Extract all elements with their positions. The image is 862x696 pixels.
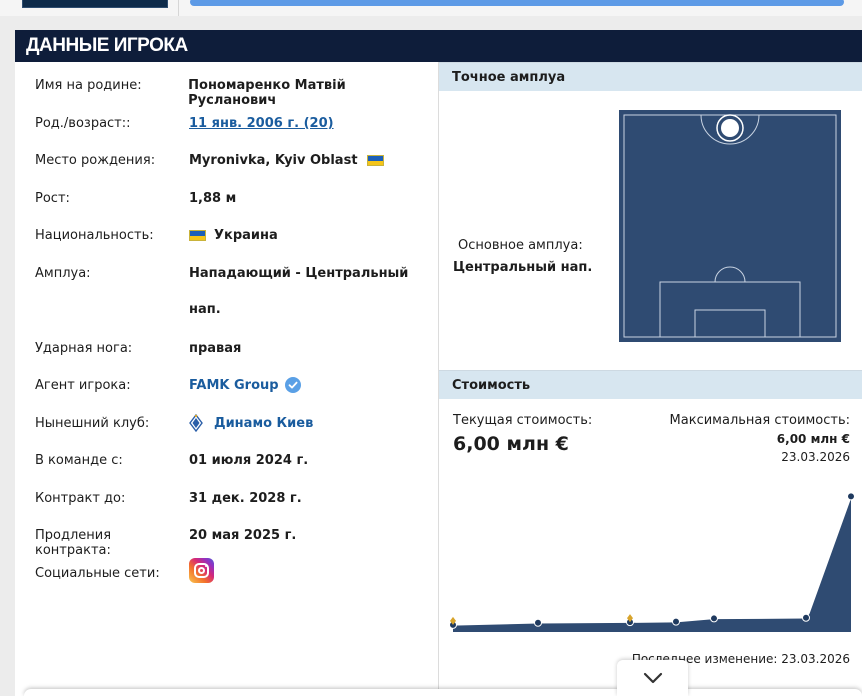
- info-value: 31 дек. 2028 г.: [189, 491, 302, 506]
- info-row-club: Нынешний клуб: Динамо Киев: [35, 414, 313, 453]
- chart-area: [453, 496, 851, 632]
- ukraine-flag-icon: [189, 230, 206, 241]
- player-data-card: ДАННЫЕ ИГРОКА Имя на родине: Пономаренко…: [15, 30, 862, 696]
- main-position-label: Основное амплуа:: [458, 238, 583, 253]
- info-value: 01 июля 2024 г.: [189, 453, 309, 468]
- position-panel-title: Точное амплуа: [439, 62, 862, 91]
- info-value: 1,88 м: [189, 191, 237, 206]
- chart-point: [672, 617, 680, 626]
- info-value: нап.: [189, 302, 221, 317]
- position-pitch-diagram: [619, 110, 841, 342]
- side-panels: Точное амплуа Основное амплуа: Центральн…: [438, 62, 862, 696]
- section-title: ДАННЫЕ ИГРОКА: [26, 35, 188, 56]
- info-row-contract: Контракт до: 31 дек. 2028 г.: [35, 491, 302, 528]
- chart-point: [534, 618, 542, 627]
- instagram-icon[interactable]: [189, 558, 214, 583]
- info-row-birth: Род./возраст:: 11 янв. 2006 г. (20): [35, 116, 334, 153]
- chart-point: [710, 614, 718, 623]
- club-banner-thumbnail[interactable]: [22, 0, 168, 8]
- info-value: Myronivka, Kyiv Oblast: [189, 153, 358, 168]
- chart-line: [452, 496, 852, 626]
- info-row-joined: В команде с: 01 июля 2024 г.: [35, 453, 308, 490]
- ukraine-flag-icon: [366, 155, 384, 166]
- top-action-button[interactable]: [190, 0, 844, 6]
- max-value-date: 23.03.2026: [781, 450, 850, 464]
- info-label: Место рождения:: [35, 153, 156, 168]
- top-bar: [0, 0, 862, 16]
- chart-point: [802, 613, 810, 622]
- current-value: 6,00 млн €: [453, 433, 569, 455]
- info-value: Пономаренко Матвій Русланович: [188, 78, 346, 108]
- info-label: Ударная нога:: [35, 341, 133, 356]
- info-label: Социальные сети:: [35, 566, 160, 581]
- info-label: Амплуа:: [35, 266, 91, 281]
- max-value: 6,00 млн €: [776, 432, 850, 446]
- main-position-value: Центральный нап.: [453, 260, 593, 275]
- info-row-extension: Продления контракта: 20 мая 2025 г.: [35, 528, 296, 565]
- info-label: Продления контракта:: [35, 528, 112, 558]
- info-row-birthplace: Место рождения: Myronivka, Kyiv Oblast: [35, 153, 384, 190]
- chevron-down-icon: [643, 672, 662, 684]
- expand-sheet-button[interactable]: [617, 660, 688, 696]
- info-label: Имя на родине:: [35, 78, 142, 93]
- divider: [178, 0, 179, 16]
- info-row-foot: Ударная нога: правая: [35, 341, 241, 378]
- bottom-overlay-sheet: [24, 689, 862, 696]
- info-row-social: Социальные сети:: [35, 558, 214, 603]
- agent-link[interactable]: FAMK Group: [189, 378, 279, 393]
- dynamo-kyiv-logo-icon[interactable]: [189, 414, 203, 432]
- market-value-panel: Стоимость: [439, 370, 862, 399]
- info-label: Контракт до:: [35, 491, 126, 506]
- info-row-nationality: Национальность: Украина: [35, 228, 278, 265]
- info-value: правая: [189, 341, 242, 356]
- info-label: Род./возраст::: [35, 116, 131, 131]
- info-value: Украина: [214, 228, 278, 243]
- info-row-agent: Агент игрока: FAMK Group: [35, 377, 301, 415]
- position-marker: [721, 119, 739, 137]
- info-value: Нападающий - Центральный: [189, 266, 409, 281]
- birthdate-link[interactable]: 11 янв. 2006 г. (20): [189, 116, 334, 131]
- info-label: Нынешний клуб:: [35, 416, 150, 431]
- info-row-position: Амплуа: Нападающий - Центральный нап.: [35, 266, 408, 341]
- info-row-name-native: Имя на родине: Пономаренко Матвій Руслан…: [35, 78, 437, 115]
- current-club-link[interactable]: Динамо Киев: [214, 416, 313, 431]
- info-label: Рост:: [35, 191, 70, 206]
- market-value-title: Стоимость: [439, 370, 862, 399]
- info-row-height: Рост: 1,88 м: [35, 191, 236, 228]
- current-value-label: Текущая стоимость:: [453, 413, 593, 428]
- market-value-chart[interactable]: [449, 482, 861, 642]
- chart-point: [847, 492, 855, 501]
- section-header: ДАННЫЕ ИГРОКА: [15, 30, 862, 62]
- info-label: Национальность:: [35, 228, 154, 243]
- info-label: Агент игрока:: [35, 378, 131, 393]
- max-value-label: Максимальная стоимость:: [669, 413, 850, 428]
- verified-badge-icon: [284, 377, 301, 393]
- info-label: В команде с:: [35, 453, 123, 468]
